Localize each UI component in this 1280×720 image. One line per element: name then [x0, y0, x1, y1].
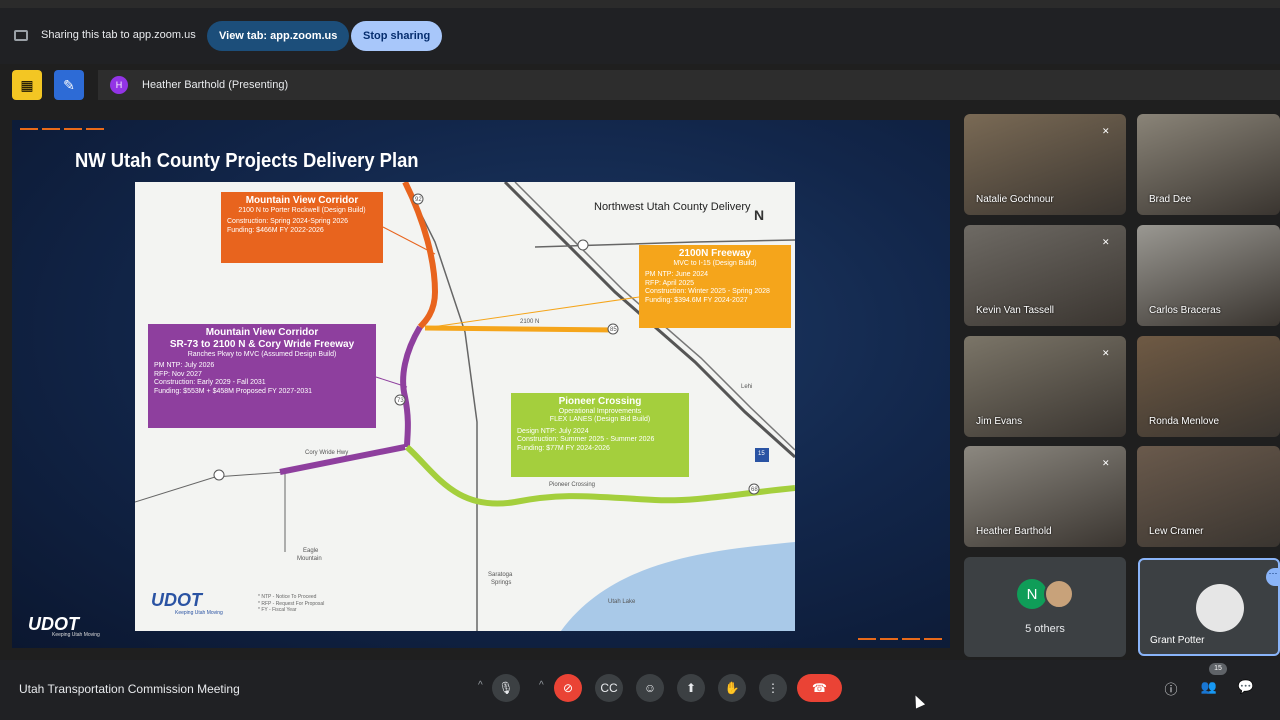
- meeting-info-icon[interactable]: ⓘ: [1162, 679, 1180, 697]
- mic-off-icon: ✕: [1102, 348, 1110, 358]
- camera-off-icon[interactable]: ⊘: [554, 674, 582, 702]
- map-label-mountain: Mountain: [297, 556, 322, 562]
- participant-name: Heather Barthold: [976, 526, 1052, 537]
- self-avatar: [1196, 584, 1244, 632]
- presenter-banner: H Heather Barthold (Presenting): [98, 70, 1280, 100]
- leave-call-button[interactable]: ☎: [797, 674, 842, 702]
- others-avatar-photo: [1044, 579, 1074, 609]
- mic-off-icon: ✕: [1102, 237, 1110, 247]
- decor-dash: [20, 128, 38, 130]
- decor-dash: [858, 638, 876, 640]
- stop-presenting-icon[interactable]: ▦: [12, 70, 42, 100]
- udot-map-tagline: Keeping Utah Moving: [175, 610, 223, 616]
- microphone-icon[interactable]: 🎙: [492, 674, 520, 702]
- participant-tile[interactable]: ✕ Natalie Gochnour: [964, 114, 1126, 215]
- map-label-cory-wride: Cory Wride Hwy: [305, 450, 349, 456]
- raise-hand-icon[interactable]: ✋: [718, 674, 746, 702]
- participant-tile[interactable]: ✕ Heather Barthold: [964, 446, 1126, 547]
- map-label-lehi: Lehi: [741, 384, 753, 390]
- decor-dash: [924, 638, 942, 640]
- udot-map-logo: UDOT: [151, 590, 202, 610]
- bookmarks-bar: [0, 0, 1280, 8]
- presenter-avatar: H: [110, 76, 128, 94]
- stop-sharing-button[interactable]: Stop sharing: [351, 21, 443, 51]
- map-label-i15: 15: [758, 451, 765, 457]
- others-label: 5 others: [1025, 623, 1065, 635]
- decor-dash: [902, 638, 920, 640]
- map-label-saratoga: Saratoga: [488, 572, 513, 578]
- people-count-badge: 15: [1209, 663, 1227, 675]
- meeting-title: Utah Transportation Commission Meeting: [19, 682, 240, 696]
- slide-title: NW Utah County Projects Delivery Plan: [75, 150, 419, 172]
- presentation-stage: NW Utah County Projects Delivery Plan No…: [12, 120, 950, 648]
- participant-name: Brad Dee: [1149, 194, 1192, 205]
- participant-tile[interactable]: Ronda Menlove: [1137, 336, 1280, 437]
- more-options-icon[interactable]: ⋯: [1266, 568, 1280, 586]
- project-box-2100n-freeway: 2100N Freeway MVC to I-15 (Design Build)…: [639, 245, 791, 328]
- emoji-icon[interactable]: ☺: [636, 674, 664, 702]
- map-title: Northwest Utah County Delivery: [594, 201, 751, 213]
- audio-options-chevron-icon[interactable]: ^: [478, 680, 483, 691]
- participant-tile[interactable]: Carlos Braceras: [1137, 225, 1280, 326]
- map-label-r68: 68: [751, 487, 758, 493]
- more-options-icon[interactable]: ⋮: [759, 674, 787, 702]
- presenter-name: Heather Barthold (Presenting): [142, 79, 289, 91]
- tab-sharing-bar: Sharing this tab to app.zoom.us View tab…: [0, 8, 1280, 64]
- decor-dash: [86, 128, 104, 130]
- participant-name: Lew Cramer: [1149, 526, 1204, 537]
- video-options-chevron-icon[interactable]: ^: [539, 680, 544, 691]
- participant-tile[interactable]: ✕ Kevin Van Tassell: [964, 225, 1126, 326]
- project-box-mvc-2100n: Mountain View Corridor 2100 N to Porter …: [221, 192, 383, 263]
- participant-name: Jim Evans: [976, 416, 1023, 427]
- self-tile[interactable]: ⋯ Grant Potter: [1138, 558, 1280, 656]
- decor-dash: [64, 128, 82, 130]
- mic-off-icon: ✕: [1102, 126, 1110, 136]
- map-label-r85: 85: [610, 327, 617, 333]
- map-label-2100n: 2100 N: [520, 319, 540, 325]
- annotate-icon[interactable]: ✎: [54, 70, 84, 100]
- chat-icon[interactable]: 💬: [1237, 679, 1255, 697]
- participant-name: Ronda Menlove: [1149, 416, 1220, 427]
- self-name: Grant Potter: [1150, 635, 1205, 646]
- map-label-r73: 73: [397, 398, 404, 404]
- decor-dash: [880, 638, 898, 640]
- project-box-mvc-sr73: Mountain View Corridor SR-73 to 2100 N &…: [148, 324, 376, 428]
- map-label-pioneer: Pioneer Crossing: [549, 482, 596, 488]
- participant-name: Kevin Van Tassell: [976, 305, 1055, 316]
- map-label-eagle: Eagle: [303, 548, 319, 554]
- udot-slide-tagline: Keeping Utah Moving: [52, 632, 100, 638]
- others-tile[interactable]: N 5 others: [964, 557, 1126, 657]
- project-box-pioneer-crossing: Pioneer Crossing Operational Improvement…: [511, 393, 689, 477]
- participant-tile[interactable]: Brad Dee: [1137, 114, 1280, 215]
- map-label-r92: 92: [415, 197, 422, 203]
- project-map: Northwest Utah County Delivery N Mountai…: [135, 182, 795, 631]
- view-tab-button[interactable]: View tab: app.zoom.us: [207, 21, 350, 51]
- screen-share-icon: [14, 30, 28, 41]
- north-arrow-icon: N: [754, 207, 765, 223]
- participant-name: Carlos Braceras: [1149, 305, 1221, 316]
- others-avatar: N: [1017, 579, 1047, 609]
- captions-icon[interactable]: CC: [595, 674, 623, 702]
- people-icon[interactable]: 👥: [1200, 679, 1218, 697]
- map-label-utah-lake: Utah Lake: [608, 599, 636, 605]
- participant-tile[interactable]: ✕ Jim Evans: [964, 336, 1126, 437]
- sharing-status-text: Sharing this tab to app.zoom.us: [41, 29, 196, 41]
- map-label-springs: Springs: [491, 580, 512, 586]
- participant-tile[interactable]: Lew Cramer: [1137, 446, 1280, 547]
- mic-off-icon: ✕: [1102, 458, 1110, 468]
- map-notes: * NTP - Notice To Proceed * RFP - Reques…: [258, 594, 325, 613]
- present-screen-icon[interactable]: ⬆: [677, 674, 705, 702]
- participant-name: Natalie Gochnour: [976, 194, 1054, 205]
- decor-dash: [42, 128, 60, 130]
